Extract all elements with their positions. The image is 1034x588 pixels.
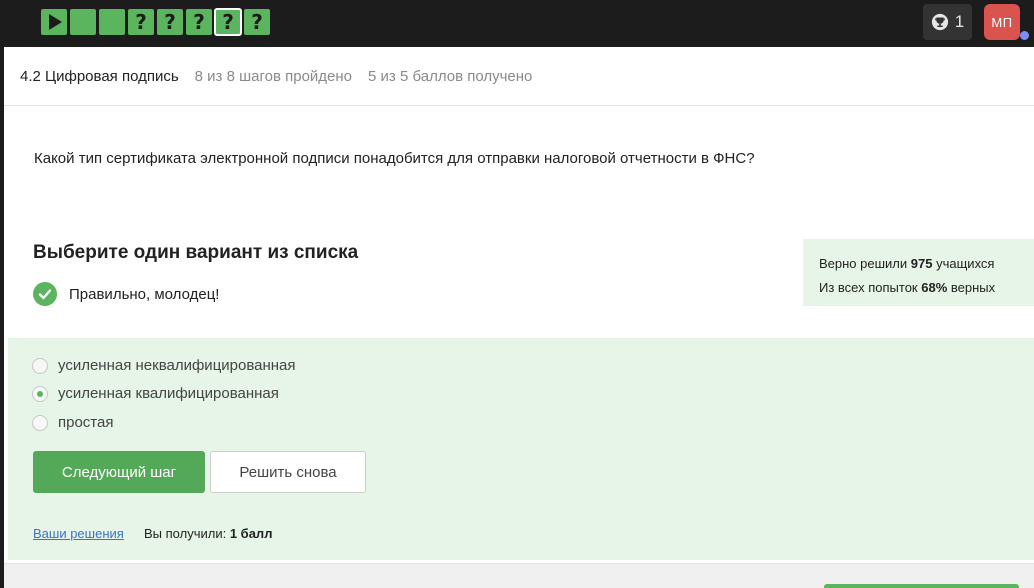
statistics-box: Верно решили 975 учащихся Из всех попыто… bbox=[803, 239, 1034, 306]
answer-area: усиленная неквалифицированная усиленная … bbox=[8, 338, 1034, 560]
step-5-quiz[interactable]: ? bbox=[157, 9, 183, 35]
notification-dot bbox=[1020, 31, 1029, 40]
question-mark-icon: ? bbox=[251, 10, 263, 34]
option-2[interactable]: усиленная квалифицированная bbox=[32, 385, 279, 402]
question-mark-icon: ? bbox=[135, 10, 147, 34]
checkmark-icon bbox=[33, 282, 57, 306]
user-avatar[interactable]: МП bbox=[984, 4, 1020, 40]
top-bar: ? ? ? ? ? 1 МП bbox=[0, 0, 1034, 47]
score-text: Вы получили: 1 балл bbox=[144, 526, 273, 541]
achievements-button[interactable]: 1 bbox=[923, 4, 972, 40]
step-6-quiz[interactable]: ? bbox=[186, 9, 212, 35]
next-step-button[interactable]: Следующий шаг bbox=[33, 451, 205, 493]
radio-button[interactable] bbox=[32, 414, 48, 431]
lesson-header: 4.2 Цифровая подпись 8 из 8 шагов пройде… bbox=[4, 47, 1034, 106]
step-7-quiz-current[interactable]: ? bbox=[214, 8, 242, 36]
option-1[interactable]: усиленная неквалифицированная bbox=[32, 357, 296, 374]
footer-next-button[interactable] bbox=[824, 584, 1019, 588]
option-3[interactable]: простая bbox=[32, 414, 113, 431]
step-4-quiz[interactable]: ? bbox=[128, 9, 154, 35]
radio-button-checked[interactable] bbox=[32, 385, 48, 402]
footer-bar bbox=[4, 563, 1034, 588]
lesson-title[interactable]: 4.2 Цифровая подпись bbox=[20, 68, 179, 85]
question-text: Какой тип сертификата электронной подпис… bbox=[34, 150, 755, 167]
step-1-video[interactable] bbox=[41, 9, 67, 35]
trophy-icon bbox=[931, 13, 948, 31]
quiz-title: Выберите один вариант из списка bbox=[33, 242, 359, 263]
points-progress: 5 из 5 баллов получено bbox=[368, 67, 533, 85]
step-2[interactable] bbox=[70, 9, 96, 35]
step-3[interactable] bbox=[99, 9, 125, 35]
trophy-count: 1 bbox=[954, 12, 965, 31]
feedback-row: Правильно, молодец! bbox=[33, 282, 219, 306]
option-label: простая bbox=[58, 414, 114, 431]
score-value: 1 балл bbox=[229, 526, 273, 541]
question-mark-icon: ? bbox=[222, 10, 234, 34]
retry-button[interactable]: Решить снова bbox=[210, 451, 366, 493]
lesson-content: 4.2 Цифровая подпись 8 из 8 шагов пройде… bbox=[4, 47, 1034, 588]
question-mark-icon: ? bbox=[193, 10, 205, 34]
step-navigation: ? ? ? ? ? bbox=[41, 8, 270, 36]
solved-stat: Верно решили 975 учащихся bbox=[819, 256, 995, 271]
step-8-quiz[interactable]: ? bbox=[244, 9, 270, 35]
option-label: усиленная неквалифицированная bbox=[58, 357, 296, 374]
question-mark-icon: ? bbox=[164, 10, 176, 34]
option-label: усиленная квалифицированная bbox=[58, 385, 279, 402]
your-solutions-link[interactable]: Ваши решения bbox=[33, 526, 124, 541]
feedback-text: Правильно, молодец! bbox=[69, 285, 220, 303]
attempts-stat: Из всех попыток 68% верных bbox=[819, 280, 996, 295]
steps-progress: 8 из 8 шагов пройдено bbox=[194, 67, 353, 85]
radio-button[interactable] bbox=[32, 357, 48, 374]
play-icon bbox=[49, 14, 62, 30]
